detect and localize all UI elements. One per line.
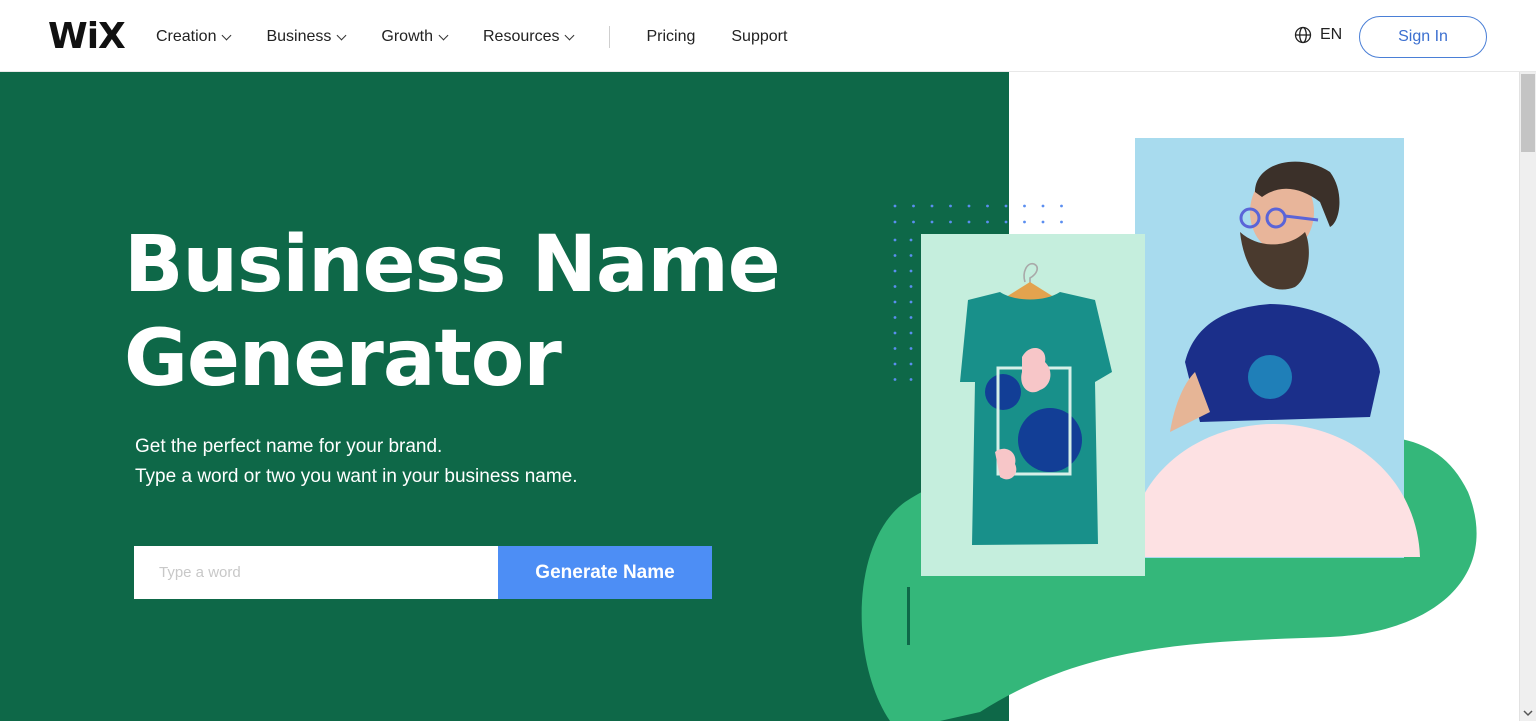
dot xyxy=(893,378,897,381)
chevron-down-icon xyxy=(438,30,449,40)
dot xyxy=(893,285,897,288)
nav-label: Pricing xyxy=(646,28,696,45)
title-line-1: Business Name xyxy=(124,220,781,310)
dot xyxy=(893,204,897,208)
dot xyxy=(1041,220,1045,224)
dot xyxy=(949,220,952,224)
dot xyxy=(1004,204,1008,208)
nav-label: Growth xyxy=(381,28,433,45)
business-word-input[interactable] xyxy=(134,546,498,599)
scrollbar-thumb[interactable] xyxy=(1521,74,1535,152)
dot xyxy=(893,269,897,273)
nav-item-pricing[interactable]: Pricing xyxy=(646,28,695,46)
sign-in-button[interactable]: Sign In xyxy=(1359,16,1487,58)
dot xyxy=(909,316,913,319)
top-navigation-bar: WiX Creation Business Growth Resources P… xyxy=(0,0,1536,72)
dot xyxy=(893,300,897,304)
globe-icon xyxy=(1294,26,1312,44)
dot xyxy=(909,285,913,288)
subtitle-line-1: Get the perfect name for your brand. xyxy=(135,436,443,457)
nav-item-growth[interactable]: Growth xyxy=(381,28,449,46)
chevron-down-icon xyxy=(222,30,232,40)
main-nav: Creation Business Growth Resources Prici… xyxy=(156,26,823,48)
nav-divider xyxy=(609,26,611,48)
nav-item-support[interactable]: Support xyxy=(731,28,787,46)
dot xyxy=(967,204,971,208)
language-selector[interactable]: EN xyxy=(1294,26,1342,44)
generate-name-button[interactable]: Generate Name xyxy=(498,546,712,599)
dot xyxy=(1023,204,1026,208)
nav-label: Creation xyxy=(156,28,217,45)
hero-subtitle: Get the perfect name for your brand. Typ… xyxy=(135,432,578,492)
nav-label: Resources xyxy=(482,28,560,45)
dot xyxy=(893,362,897,366)
wix-logo[interactable]: WiX xyxy=(48,16,126,57)
tshirt-print-circle-small xyxy=(985,374,1021,410)
nav-label: Support xyxy=(731,28,788,45)
dot xyxy=(893,347,897,350)
dot xyxy=(1060,204,1063,208)
tshirt-print-circle-large xyxy=(1018,408,1082,472)
dot xyxy=(967,220,971,224)
dot xyxy=(1060,220,1063,224)
dot xyxy=(909,378,913,381)
dot xyxy=(930,220,934,224)
dot xyxy=(909,238,913,242)
dot xyxy=(986,204,989,208)
dot xyxy=(1023,220,1026,224)
subtitle-line-2: Type a word or two you want in your busi… xyxy=(135,466,578,487)
dot xyxy=(909,362,913,366)
dot xyxy=(909,331,913,335)
dot xyxy=(893,254,897,257)
nav-label: Business xyxy=(266,28,332,45)
dot xyxy=(893,238,897,242)
language-label: EN xyxy=(1320,26,1343,43)
dot xyxy=(909,269,913,273)
dot xyxy=(893,220,897,224)
accent-line xyxy=(907,587,910,645)
nav-item-business[interactable]: Business xyxy=(266,28,347,46)
dot xyxy=(930,204,934,208)
man-shirt-print xyxy=(1248,355,1292,399)
chevron-down-icon xyxy=(565,30,575,40)
dot xyxy=(986,220,989,224)
title-line-2: Generator xyxy=(124,314,562,404)
dot xyxy=(909,254,913,257)
dot xyxy=(1041,204,1045,208)
nav-item-creation[interactable]: Creation xyxy=(156,28,232,46)
scroll-down-arrow-icon[interactable] xyxy=(1523,709,1533,717)
dot xyxy=(912,220,915,224)
dot xyxy=(912,204,915,208)
dot xyxy=(893,331,897,335)
chevron-down-icon xyxy=(336,30,347,40)
vertical-scrollbar[interactable] xyxy=(1519,72,1536,721)
dot xyxy=(893,316,897,319)
dot xyxy=(909,300,913,304)
page-title: Business Name Generator xyxy=(124,218,781,406)
dot xyxy=(909,347,913,350)
dot xyxy=(1004,220,1008,224)
nav-item-resources[interactable]: Resources xyxy=(482,28,575,46)
dot xyxy=(949,204,952,208)
